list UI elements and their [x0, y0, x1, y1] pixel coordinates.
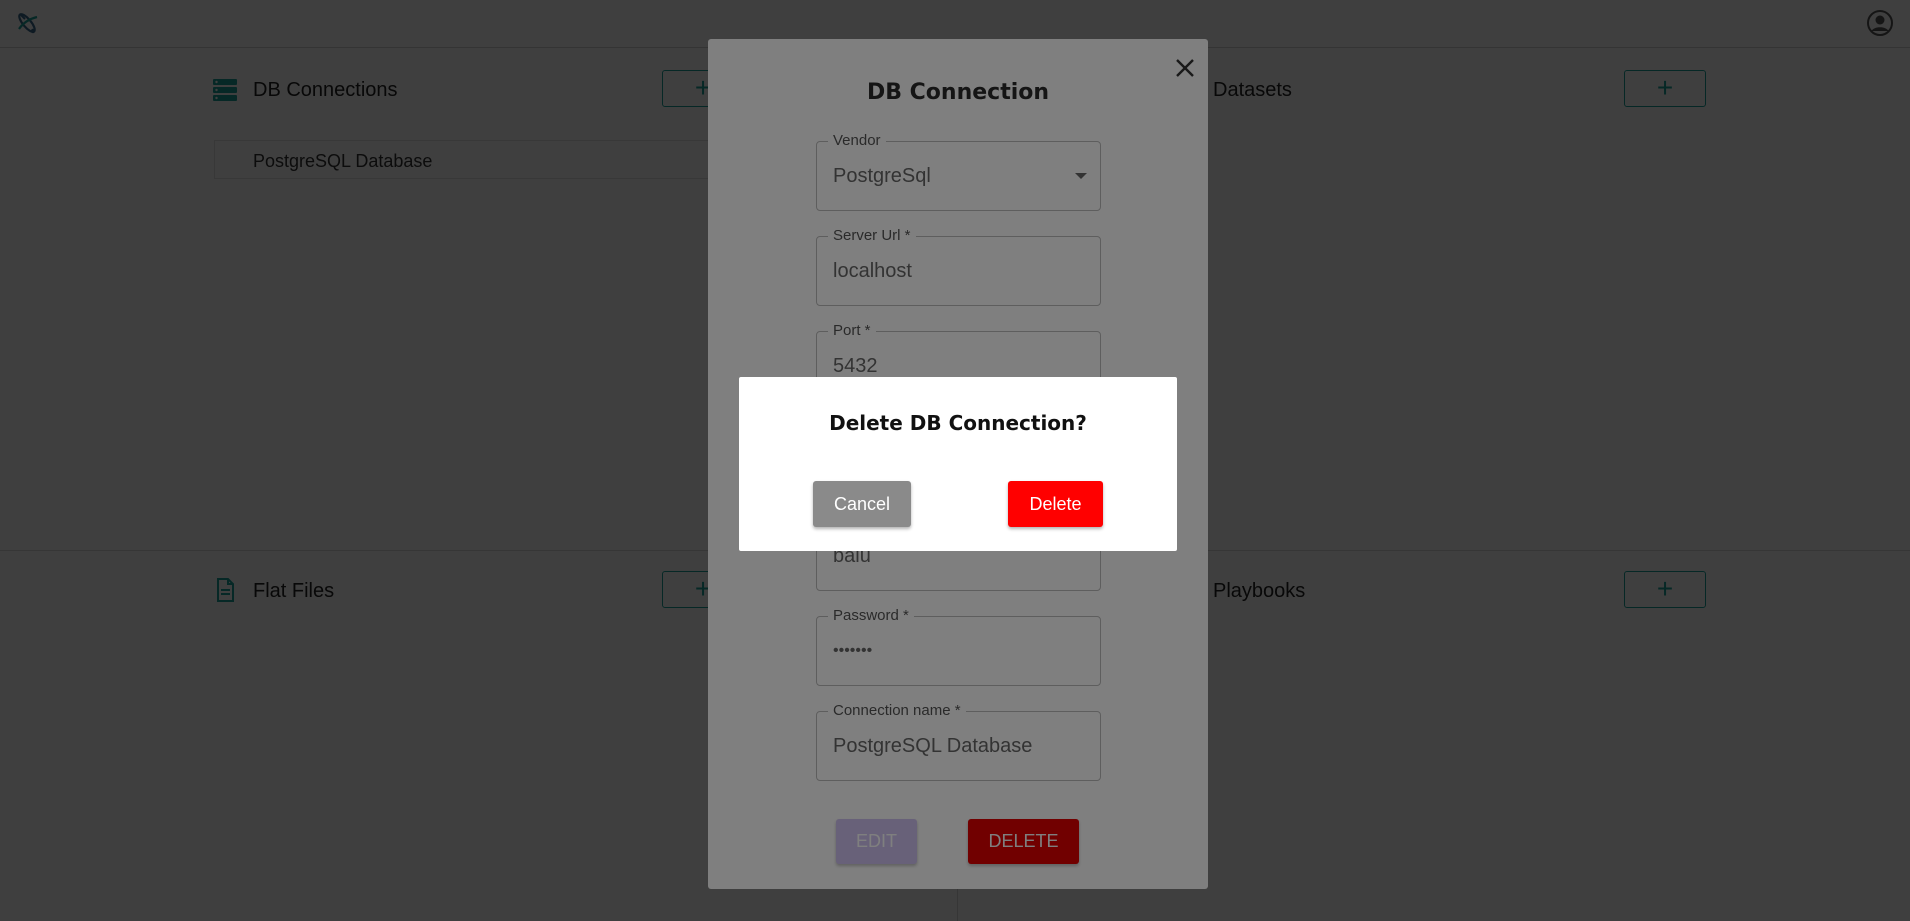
confirm-title: Delete DB Connection? — [829, 411, 1087, 435]
confirm-delete-button[interactable]: Delete — [1008, 481, 1103, 527]
cancel-button[interactable]: Cancel — [813, 481, 911, 527]
delete-confirm-dialog: Delete DB Connection? Cancel Delete — [739, 377, 1177, 551]
